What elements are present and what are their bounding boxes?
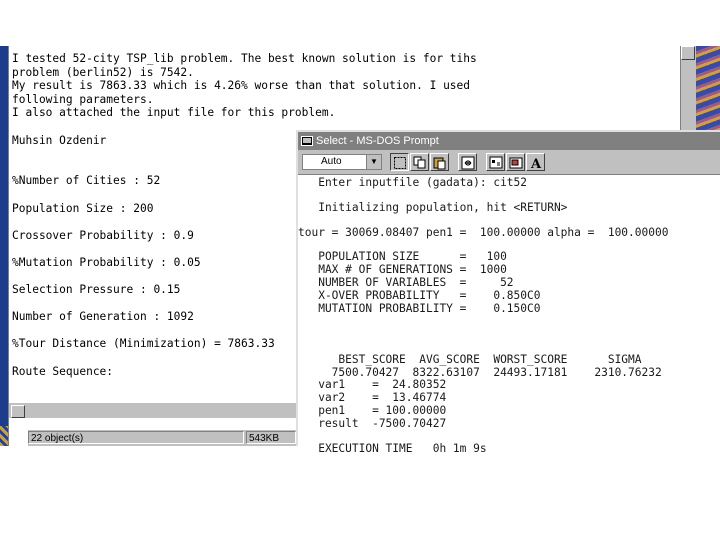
font-size-value: Auto [321, 156, 342, 167]
msdos-prompt-window[interactable]: Select - MS-DOS Prompt Auto ▼ A Enter in… [296, 130, 720, 455]
copy-icon [413, 156, 426, 169]
dos-window-title: Select - MS-DOS Prompt [316, 135, 439, 147]
dos-toolbar: Auto ▼ A [298, 150, 720, 174]
console-line: NUMBER OF VARIABLES = 52 [298, 275, 514, 289]
copy-button[interactable] [410, 153, 429, 171]
chevron-down-icon[interactable]: ▼ [366, 155, 381, 169]
fullscreen-icon [461, 156, 475, 170]
horizontal-scrollbar[interactable] [9, 402, 297, 418]
status-bar: 22 object(s) 543KB [28, 430, 298, 446]
console-line: EXECUTION TIME 0h 1m 9s [298, 442, 487, 456]
background-icon [509, 157, 523, 169]
paste-button[interactable] [430, 153, 449, 171]
console-line: X-OVER PROBABILITY = 0.850C0 [298, 288, 541, 302]
font-size-select[interactable]: Auto ▼ [302, 154, 382, 170]
mark-button[interactable] [390, 153, 409, 171]
status-object-count: 22 object(s) [28, 431, 244, 444]
console-line: Enter inputfile (gadata): cit52 [298, 176, 528, 189]
desktop-background-right [696, 46, 720, 130]
console-text: Enter inputfile (gadata): cit52 Initiali… [298, 175, 668, 456]
console-line: BEST_SCORE AVG_SCORE WORST_SCORE SIGMA [298, 352, 642, 366]
dos-title-bar[interactable]: Select - MS-DOS Prompt [298, 132, 720, 150]
console-line: MUTATION PROBABILITY = 0.150C0 [298, 301, 541, 315]
vertical-scrollbar[interactable] [680, 46, 696, 130]
notepad-line: I tested 52-city TSP_lib problem. The be… [12, 52, 477, 65]
scroll-left-arrow-icon[interactable] [11, 405, 25, 418]
console-line: tour = 30069.08407 pen1 = 100.00000 alph… [298, 225, 669, 239]
mark-icon [394, 157, 406, 169]
properties-button[interactable] [486, 153, 505, 171]
dos-console-output[interactable]: Enter inputfile (gadata): cit52 Initiali… [298, 174, 720, 455]
notepad-line: I also attached the input file for this … [12, 106, 336, 120]
font-button[interactable]: A [526, 153, 545, 171]
properties-icon [489, 156, 503, 169]
notepad-line: following parameters. [12, 92, 154, 106]
console-line: result -7500.70427 [298, 416, 447, 430]
font-icon: A [530, 157, 542, 170]
console-line: Initializing population, hit <RETURN> [298, 200, 568, 214]
desktop-background-left [0, 46, 8, 446]
notepad-line: My result is 7863.33 which is 4.26% wors… [12, 79, 471, 93]
paste-icon [433, 157, 446, 170]
console-line: pen1 = 100.00000 [298, 403, 447, 417]
desktop-wallpaper-pattern [0, 426, 8, 446]
fullscreen-button[interactable] [458, 153, 477, 171]
notepad-line: problem (berlin52) is 7542. [12, 65, 194, 79]
scroll-up-arrow-icon[interactable] [681, 46, 695, 60]
status-size: 543KB [246, 431, 296, 444]
svg-text:A: A [530, 157, 542, 170]
background-button[interactable] [506, 153, 525, 171]
msdos-icon [301, 135, 313, 147]
